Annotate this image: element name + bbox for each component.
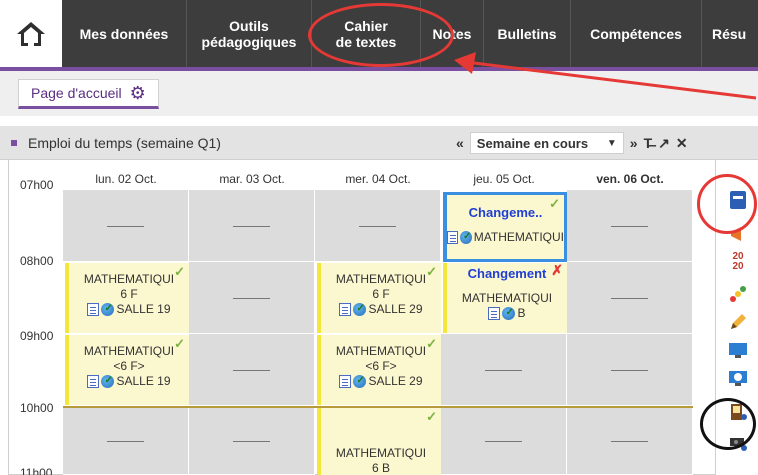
clear-filter-icon[interactable]: T̶ xyxy=(644,135,653,151)
homework-icon xyxy=(447,231,459,244)
timetable-cell[interactable] xyxy=(567,190,693,262)
chevron-down-icon: ▼ xyxy=(606,137,617,149)
time-label: 09h00 xyxy=(20,329,54,343)
expand-icon[interactable]: ↗ xyxy=(658,135,670,152)
close-icon[interactable]: ✕ xyxy=(676,135,688,152)
globe-check-icon xyxy=(353,373,367,388)
timetable-cell[interactable] xyxy=(567,334,693,406)
homework-icon xyxy=(339,375,352,388)
app-page: Mes données Outils pédagogiques Cahier d… xyxy=(0,0,758,475)
pencil-icon[interactable] xyxy=(728,312,748,332)
course-card[interactable]: ✓ MATHEMATIQUI 6 F SALLE 29 xyxy=(317,263,441,333)
home-button[interactable] xyxy=(0,0,62,67)
timetable-cell[interactable] xyxy=(63,408,189,475)
week-controls: « Semaine en cours ▼ » T̶ ↗ ✕ xyxy=(456,132,688,154)
projector-pin-icon[interactable] xyxy=(728,432,748,452)
time-label: 11h00 xyxy=(20,466,53,475)
globe-check-icon xyxy=(460,229,472,244)
day-header: mer. 04 Oct. xyxy=(345,172,411,186)
day-header: lun. 02 Oct. xyxy=(95,172,157,186)
course-card[interactable]: ✓ MATHEMATIQUI <6 F> SALLE 29 xyxy=(317,335,441,405)
timetable-cell[interactable] xyxy=(63,190,189,262)
home-icon xyxy=(17,21,45,46)
widget-header: Emploi du temps (semaine Q1) « Semaine e… xyxy=(0,126,758,160)
previous-week-icon[interactable]: « xyxy=(456,135,464,151)
check-icon: ✓ xyxy=(174,336,185,351)
annotation-arrow xyxy=(454,52,757,100)
check-icon: ✓ xyxy=(426,264,437,279)
course-card-selected[interactable]: ✓ Changeme.. MATHEMATIQUI xyxy=(443,192,567,262)
gear-icon[interactable]: ⚙ xyxy=(130,84,146,102)
widget-title: Emploi du temps (semaine Q1) xyxy=(28,135,221,151)
nav-mes-donnees[interactable]: Mes données xyxy=(62,0,186,67)
day-header: jeu. 05 Oct. xyxy=(473,172,535,186)
check-icon: ✓ xyxy=(549,196,560,211)
time-label: 07h00 xyxy=(20,178,54,192)
right-toolbar: 20 20 xyxy=(716,160,758,475)
check-icon: ✓ xyxy=(174,264,185,279)
timetable-cell[interactable] xyxy=(567,262,693,334)
timetable-cell[interactable] xyxy=(441,334,567,406)
timetable-grid: lun. 02 Oct. mar. 03 Oct. mer. 04 Oct. j… xyxy=(8,160,716,475)
nav-outils-pedagogiques[interactable]: Outils pédagogiques xyxy=(187,0,311,67)
timetable-cell[interactable] xyxy=(189,262,315,334)
dots-icon[interactable] xyxy=(728,284,748,304)
next-week-icon[interactable]: » xyxy=(630,135,638,151)
time-label: 10h00 xyxy=(20,401,54,415)
timetable-cell[interactable] xyxy=(315,190,441,262)
timetable-cell[interactable] xyxy=(189,408,315,475)
globe-check-icon xyxy=(502,305,516,320)
timetable-cell[interactable] xyxy=(441,408,567,475)
nav-cahier-de-textes[interactable]: Cahier de textes xyxy=(312,0,420,67)
course-card[interactable]: ✓ MATHEMATIQUI <6 F> SALLE 19 xyxy=(65,335,189,405)
tab-page-accueil[interactable]: Page d'accueil ⚙ xyxy=(18,79,159,109)
time-label: 08h00 xyxy=(20,254,54,268)
globe-check-icon xyxy=(353,301,367,316)
timetable-cell[interactable] xyxy=(189,334,315,406)
megaphone-icon[interactable] xyxy=(728,224,748,244)
week-select[interactable]: Semaine en cours ▼ xyxy=(469,132,624,154)
timetable-cell[interactable] xyxy=(567,408,693,475)
course-card[interactable]: ✓ MATHEMATIQUI 6 B xyxy=(317,408,441,475)
grade-icon[interactable]: 20 20 xyxy=(728,252,748,272)
check-icon: ✓ xyxy=(426,409,437,424)
bullet-icon xyxy=(11,140,17,146)
monitor-info-icon[interactable] xyxy=(728,340,748,360)
check-icon: ✓ xyxy=(426,336,437,351)
homework-icon xyxy=(87,303,100,316)
timetable-cell[interactable] xyxy=(189,190,315,262)
door-pin-icon[interactable] xyxy=(728,402,748,422)
homework-icon xyxy=(87,375,100,388)
globe-check-icon xyxy=(101,373,115,388)
homework-icon xyxy=(339,303,352,316)
monitor-chart-icon[interactable] xyxy=(728,368,748,388)
day-header: mar. 03 Oct. xyxy=(219,172,285,186)
homework-icon xyxy=(488,307,501,320)
globe-check-icon xyxy=(101,301,115,316)
cross-icon: ✗ xyxy=(551,263,563,278)
course-card[interactable]: ✓ MATHEMATIQUI 6 F SALLE 19 xyxy=(65,263,189,333)
course-card[interactable]: ✗ Changement MATHEMATIQUI B xyxy=(443,263,567,333)
day-header: ven. 06 Oct. xyxy=(596,172,664,186)
cahier-de-textes-icon[interactable] xyxy=(728,190,748,210)
